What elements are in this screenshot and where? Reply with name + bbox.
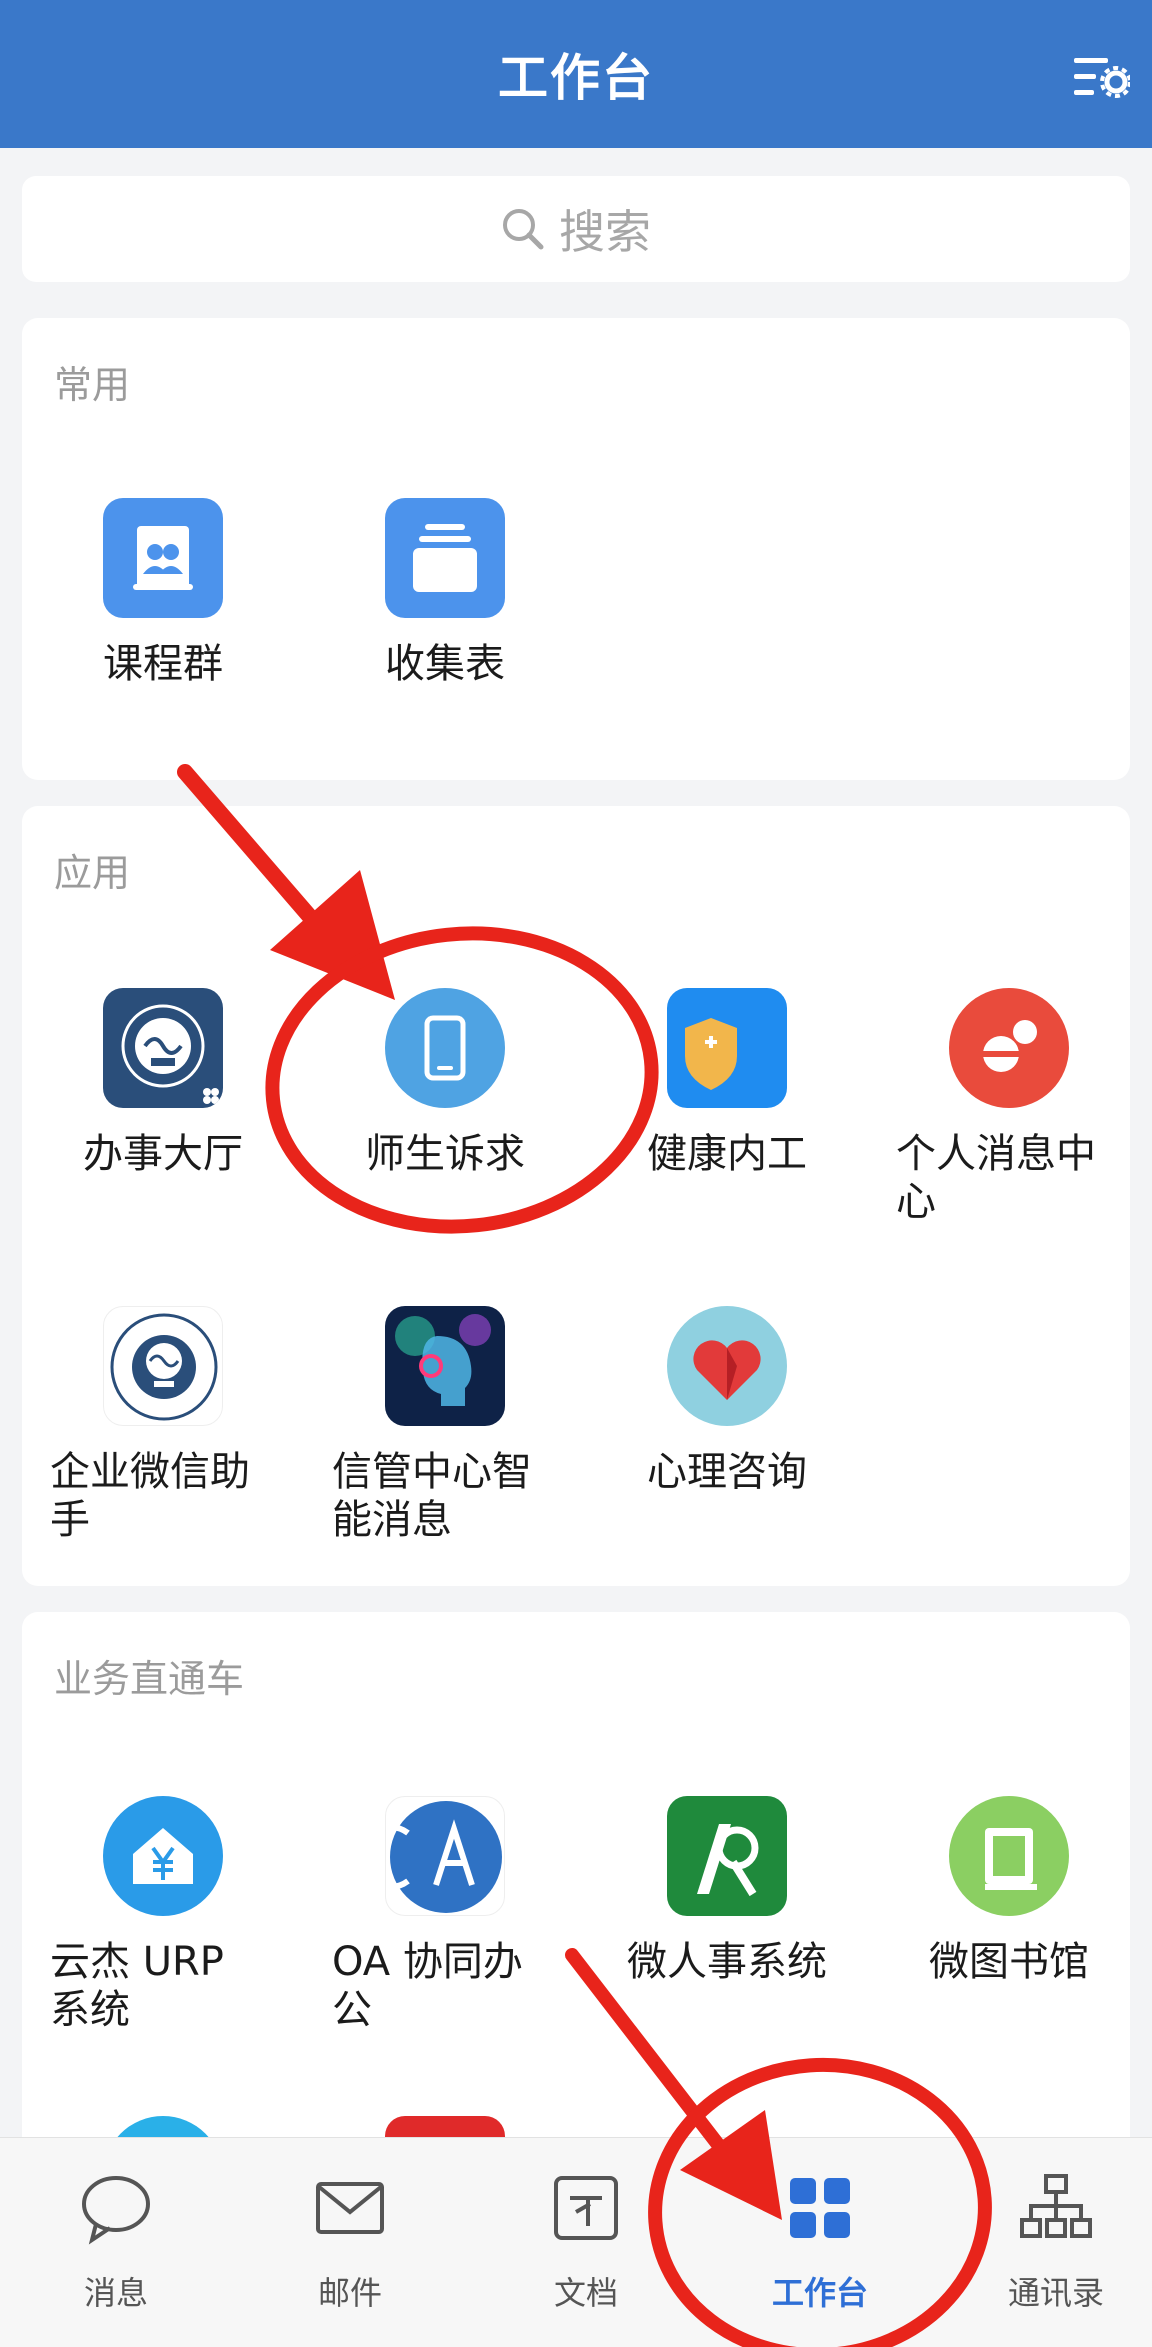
app-label: OA 协同办公	[332, 1939, 523, 2033]
phone-icon	[385, 988, 505, 1108]
app-service-hall[interactable]: 办事大厅	[22, 988, 304, 1228]
app-health[interactable]: 健康内工	[586, 988, 868, 1228]
app-urp-system[interactable]: 云杰 URP 系统	[22, 1796, 304, 2046]
chat-icon	[82, 2176, 150, 2245]
list-settings-icon[interactable]	[1074, 52, 1130, 104]
nav-messages[interactable]: 消息	[36, 2168, 196, 2338]
top-bar: 工作台	[0, 0, 1152, 148]
common-section: 常用 课程群 收集表	[22, 318, 1130, 780]
health-shield-icon	[667, 988, 787, 1108]
app-label: 信管中心智能消息	[332, 1449, 532, 1543]
nav-contacts[interactable]: 通讯录	[976, 2168, 1136, 2338]
search-icon	[503, 209, 544, 250]
app-psych-counseling[interactable]: 心理咨询	[586, 1306, 868, 1556]
section-title-business: 业务直通车	[54, 1657, 245, 1701]
nav-workbench[interactable]: 工作台	[740, 2168, 900, 2338]
nav-label: 邮件	[317, 2274, 382, 2312]
app-label: 心理咨询	[647, 1449, 807, 1495]
contacts-book-icon	[103, 498, 223, 618]
nav-docs[interactable]: 文档	[506, 2168, 666, 2338]
app-it-center-smart-message[interactable]: 信管中心智能消息	[304, 1306, 586, 1556]
grid-icon	[790, 2178, 850, 2238]
house-yuan-icon	[103, 1796, 223, 1916]
nav-label: 通讯录	[1007, 2274, 1104, 2312]
mail-icon	[316, 2182, 384, 2234]
bottom-nav: 消息 邮件 文档 工作台 通讯录	[0, 2137, 1152, 2347]
heart-icon	[667, 1306, 787, 1426]
letter-r-icon	[667, 1796, 787, 1916]
app-wecom-assistant[interactable]: 企业微信助手	[22, 1306, 304, 1556]
university-seal-icon	[103, 1306, 223, 1426]
app-personal-message-center[interactable]: 个人消息中心	[868, 988, 1150, 1228]
app-collection-form[interactable]: 收集表	[304, 498, 586, 718]
app-micro-library[interactable]: 微图书馆	[868, 1796, 1150, 2046]
document-icon	[554, 2176, 618, 2240]
nav-mail[interactable]: 邮件	[270, 2168, 430, 2338]
page-title: 工作台	[498, 49, 654, 107]
section-title-apps: 应用	[54, 851, 131, 895]
apps-section: 应用 办事大厅 师生诉求 健康内工 个人消息中心 企业微信助手 信管中心智能消息…	[22, 806, 1130, 1586]
nav-label: 工作台	[771, 2274, 868, 2312]
app-label: 微人事系统	[627, 1939, 827, 1985]
app-label: 课程群	[103, 641, 223, 687]
business-section: 业务直通车 云杰 URP 系统 OA 协同办公 微人事系统 微图书馆	[22, 1612, 1130, 2176]
university-seal-icon	[103, 988, 223, 1108]
app-label: 师生诉求	[365, 1131, 525, 1177]
chat-bubble-icon	[949, 988, 1069, 1108]
ai-head-icon	[385, 1306, 505, 1426]
app-course-group[interactable]: 课程群	[22, 498, 304, 718]
app-hr-system[interactable]: 微人事系统	[586, 1796, 868, 2046]
app-label: 个人消息中心	[896, 1131, 1096, 1225]
app-label: 企业微信助手	[50, 1449, 250, 1543]
book-icon	[949, 1796, 1069, 1916]
app-oa-office[interactable]: OA 协同办公	[304, 1796, 586, 2046]
search-bar[interactable]: 搜索	[22, 176, 1130, 282]
nav-label: 消息	[83, 2274, 148, 2312]
app-label: 办事大厅	[83, 1131, 243, 1177]
app-label: 微图书馆	[929, 1939, 1089, 1985]
stack-box-icon	[385, 498, 505, 618]
search-placeholder: 搜索	[559, 205, 651, 259]
app-label: 收集表	[385, 641, 505, 687]
app-teacher-student-appeal[interactable]: 师生诉求	[304, 988, 586, 1228]
app-label: 云杰 URP 系统	[50, 1939, 224, 2033]
org-chart-icon	[1020, 2174, 1092, 2238]
section-title-common: 常用	[54, 363, 131, 407]
app-label: 健康内工	[647, 1131, 807, 1177]
nav-label: 文档	[553, 2274, 618, 2312]
oa-logo-icon	[385, 1796, 505, 1916]
